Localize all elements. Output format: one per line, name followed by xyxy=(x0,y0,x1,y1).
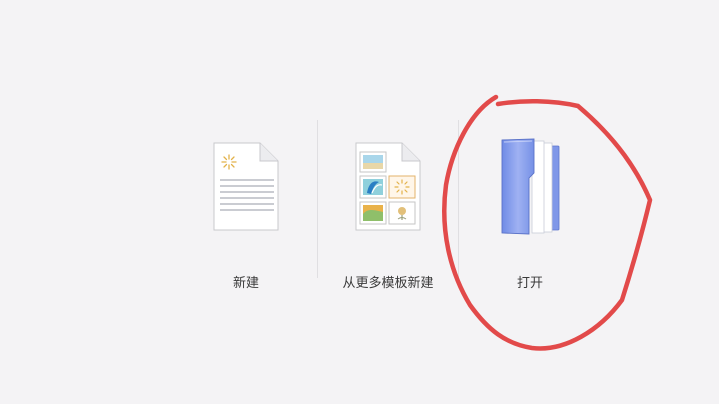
template-document-icon xyxy=(355,142,421,231)
new-from-template-tile[interactable]: 从更多模板新建 xyxy=(333,118,443,293)
new-from-template-label: 从更多模板新建 xyxy=(342,276,434,291)
blank-document-icon xyxy=(213,142,279,231)
open-tile[interactable]: 打开 xyxy=(480,118,580,293)
divider xyxy=(458,120,459,278)
folder-icon xyxy=(501,138,560,235)
open-label: 打开 xyxy=(516,276,543,291)
new-label: 新建 xyxy=(232,276,259,291)
divider xyxy=(317,120,318,278)
new-document-tile[interactable]: 新建 xyxy=(196,118,296,293)
